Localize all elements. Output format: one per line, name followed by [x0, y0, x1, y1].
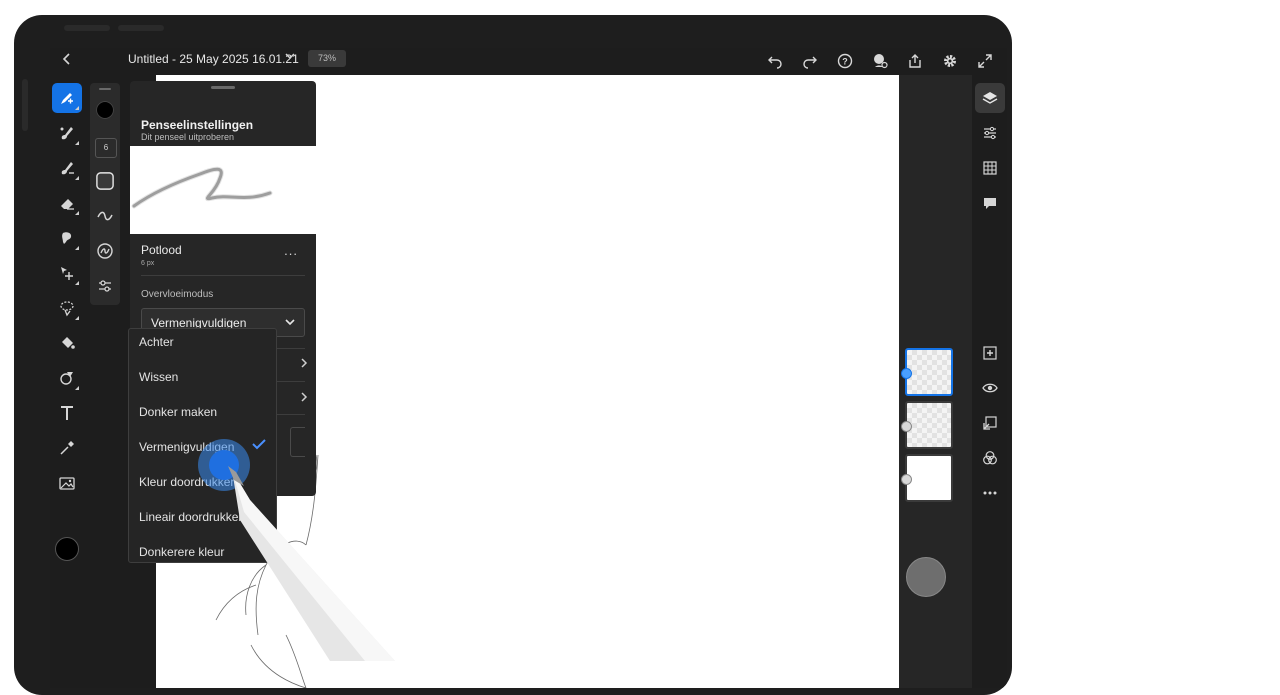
layer-thumbnail[interactable]: [901, 454, 953, 502]
tool-submenu-indicator: [75, 386, 79, 390]
layer-indicator[interactable]: [901, 474, 912, 485]
upload-icon[interactable]: [905, 51, 925, 71]
blend-option[interactable]: Wissen: [139, 370, 178, 384]
eyedropper-icon[interactable]: [52, 433, 82, 463]
left-toolbar: [50, 75, 84, 688]
tool-submenu-indicator: [75, 106, 79, 110]
image-icon[interactable]: [52, 468, 82, 498]
blend-mode-dropdown: Achter Wissen Donker maken Vermenigvuldi…: [128, 328, 277, 563]
svg-text:?: ?: [842, 57, 848, 67]
chevron-right-icon[interactable]: [299, 391, 309, 406]
color-swatch[interactable]: [55, 537, 79, 561]
brush-name: Potlood: [141, 243, 182, 257]
blend-icon[interactable]: [975, 443, 1005, 473]
blend-option[interactable]: Achter: [139, 335, 174, 349]
brush-size-label: 6 px: [141, 260, 155, 267]
panel-title: Penseelinstellingen: [141, 118, 254, 132]
blend-option[interactable]: Lineair doordrukken: [139, 510, 245, 524]
grid-icon[interactable]: [975, 153, 1005, 183]
panel-drag-handle[interactable]: [211, 86, 235, 89]
undo-icon[interactable]: [765, 51, 785, 71]
brush-settings-icon[interactable]: [94, 275, 116, 297]
move-icon[interactable]: [52, 258, 82, 288]
brush-tip-icon[interactable]: [94, 170, 116, 192]
right-toolbar: [972, 75, 1007, 688]
blend-option[interactable]: Donker maken: [139, 405, 217, 419]
blend-option[interactable]: Kleur doordrukken: [139, 475, 237, 489]
device-top-button: [118, 25, 164, 31]
device-top-button: [64, 25, 110, 31]
brush-preview-area[interactable]: [130, 146, 316, 234]
tool-submenu-indicator: [75, 141, 79, 145]
document-title[interactable]: Untitled - 25 May 2025 16.01.21: [128, 52, 299, 66]
chevron-down-icon[interactable]: [284, 50, 296, 65]
share-user-icon[interactable]: [870, 51, 890, 71]
brush-more-button[interactable]: ...: [284, 243, 298, 258]
live-brush-icon[interactable]: [52, 118, 82, 148]
text-icon[interactable]: [52, 398, 82, 428]
tool-submenu-indicator: [75, 281, 79, 285]
add-layer-icon[interactable]: [975, 338, 1005, 368]
touch-shortcut-button[interactable]: [906, 557, 946, 597]
layer-indicator[interactable]: [901, 368, 912, 379]
divider: [141, 275, 305, 276]
settings-icon[interactable]: [940, 51, 960, 71]
stroke-icon[interactable]: [94, 205, 116, 227]
panel-button[interactable]: [290, 427, 305, 457]
visibility-icon[interactable]: [975, 373, 1005, 403]
blend-mode-label: Overvloeimodus: [141, 289, 214, 300]
fill-icon[interactable]: [52, 328, 82, 358]
more-icon[interactable]: [975, 478, 1005, 508]
smudge-icon[interactable]: [52, 223, 82, 253]
chevron-right-icon[interactable]: [299, 357, 309, 372]
drag-handle[interactable]: [99, 88, 111, 90]
redo-icon[interactable]: [800, 51, 820, 71]
brush-quick-rail: 6: [90, 83, 120, 305]
lasso-icon[interactable]: [52, 293, 82, 323]
shape-icon[interactable]: [52, 363, 82, 393]
layers-column: [899, 75, 972, 688]
pixel-brush-icon[interactable]: [52, 83, 82, 113]
tool-submenu-indicator: [75, 211, 79, 215]
chevron-down-icon: [285, 319, 295, 326]
device-side-button: [22, 79, 28, 131]
brush-size-field[interactable]: 6: [95, 138, 117, 158]
checkmark-icon: [252, 439, 266, 450]
tool-submenu-indicator: [75, 316, 79, 320]
blend-option-selected[interactable]: Vermenigvuldigen: [139, 440, 234, 454]
smoothing-icon[interactable]: [94, 240, 116, 262]
layer-indicator[interactable]: [901, 421, 912, 432]
eraser-icon[interactable]: [52, 188, 82, 218]
back-icon[interactable]: [60, 52, 74, 71]
top-bar: Untitled - 25 May 2025 16.01.21 73% ?: [50, 48, 1007, 75]
zoom-level[interactable]: 73%: [308, 50, 346, 67]
tool-submenu-indicator: [75, 246, 79, 250]
brush-color-dot[interactable]: [94, 99, 116, 121]
layers-icon[interactable]: [975, 83, 1005, 113]
fullscreen-icon[interactable]: [975, 51, 995, 71]
adjustments-icon[interactable]: [975, 118, 1005, 148]
help-icon[interactable]: ?: [835, 51, 855, 71]
layer-thumbnail[interactable]: [901, 401, 953, 449]
paint-brush-icon[interactable]: [52, 153, 82, 183]
tool-submenu-indicator: [75, 176, 79, 180]
comment-icon[interactable]: [975, 188, 1005, 218]
top-actions: ?: [765, 51, 995, 71]
layer-thumbnail[interactable]: [901, 348, 953, 396]
import-icon[interactable]: [975, 408, 1005, 438]
panel-subtitle: Dit penseel uitproberen: [141, 132, 235, 142]
blend-option[interactable]: Donkerere kleur: [139, 545, 224, 559]
